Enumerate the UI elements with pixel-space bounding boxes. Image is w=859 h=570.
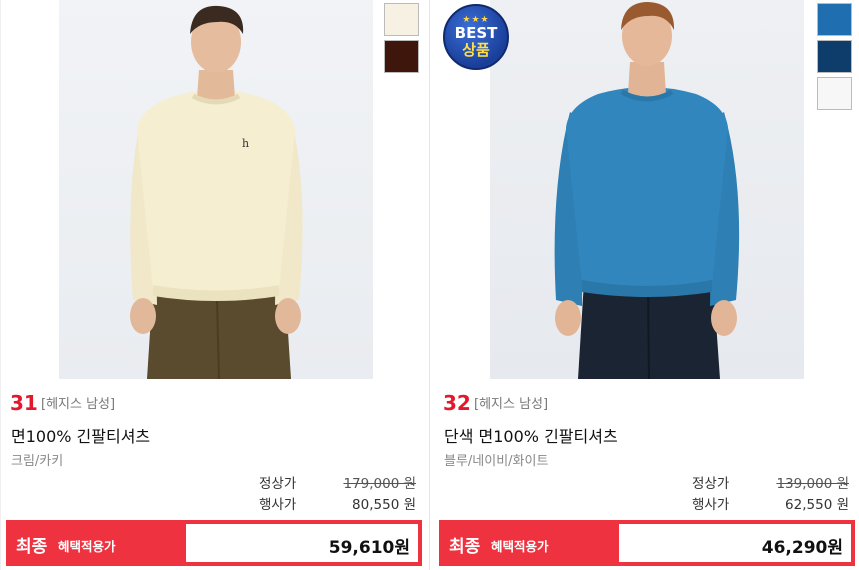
regular-price-value: 139,000 원 [776,476,849,492]
final-sub-label: 혜택적용가 [58,539,116,554]
product-image[interactable]: h [59,0,373,379]
event-price-label: 행사가 [259,497,297,513]
column-divider [429,0,430,570]
model-cream-sweater-illustration: h [130,5,303,379]
final-price-value: 46,290원 [761,538,843,558]
rank-number: 32 [443,391,471,415]
color-swatches [384,3,419,73]
product-card[interactable]: ★★★ BEST 상품 32 [헤지스 남성] 단색 면100% 긴팔티셔츠 블… [437,0,857,570]
product-name[interactable]: 단색 면100% 긴팔티셔츠 [444,423,618,447]
svg-text:h: h [242,137,249,150]
final-sub-label: 혜택적용가 [491,539,549,554]
brand-label[interactable]: [헤지스 남성] [474,393,548,412]
product-grid: h 31 [헤지스 남성] 면100% 긴팔티셔츠 크림/카키 정상가 179,… [0,0,859,570]
brand-label[interactable]: [헤지스 남성] [41,393,115,412]
event-price-value: 62,550 원 [785,497,849,513]
regular-price-value: 179,000 원 [343,476,416,492]
final-label: 최종 [449,537,481,557]
swatch-navy[interactable] [817,40,852,73]
event-price-label: 행사가 [692,497,730,513]
grid-edge [0,0,1,570]
swatch-cream[interactable] [384,3,419,36]
final-price-box: 46,290원 [619,524,851,562]
final-price-value: 59,610원 [328,538,410,558]
final-price-banner: 최종 혜택적용가 59,610원 [6,520,422,566]
color-options-text: 블루/네이비/화이트 [444,454,549,469]
event-price-value: 80,550 원 [352,497,416,513]
product-name[interactable]: 면100% 긴팔티셔츠 [11,423,150,447]
color-options-text: 크림/카키 [11,454,64,469]
best-product-badge: ★★★ BEST 상품 [443,4,509,70]
badge-text-product: 상품 [462,40,490,59]
badge-text-best: BEST [454,23,498,42]
product-card[interactable]: h 31 [헤지스 남성] 면100% 긴팔티셔츠 크림/카키 정상가 179,… [4,0,424,570]
color-swatches [817,3,852,110]
swatch-white[interactable] [817,77,852,110]
regular-price-label: 정상가 [259,476,297,492]
model-blue-sweater-illustration [554,2,740,379]
final-price-box: 59,610원 [186,524,418,562]
final-price-banner: 최종 혜택적용가 46,290원 [439,520,855,566]
regular-price-label: 정상가 [692,476,730,492]
rank-number: 31 [10,391,38,415]
product-image[interactable] [490,0,804,379]
swatch-brown[interactable] [384,40,419,73]
final-label: 최종 [16,537,48,557]
swatch-blue[interactable] [817,3,852,36]
